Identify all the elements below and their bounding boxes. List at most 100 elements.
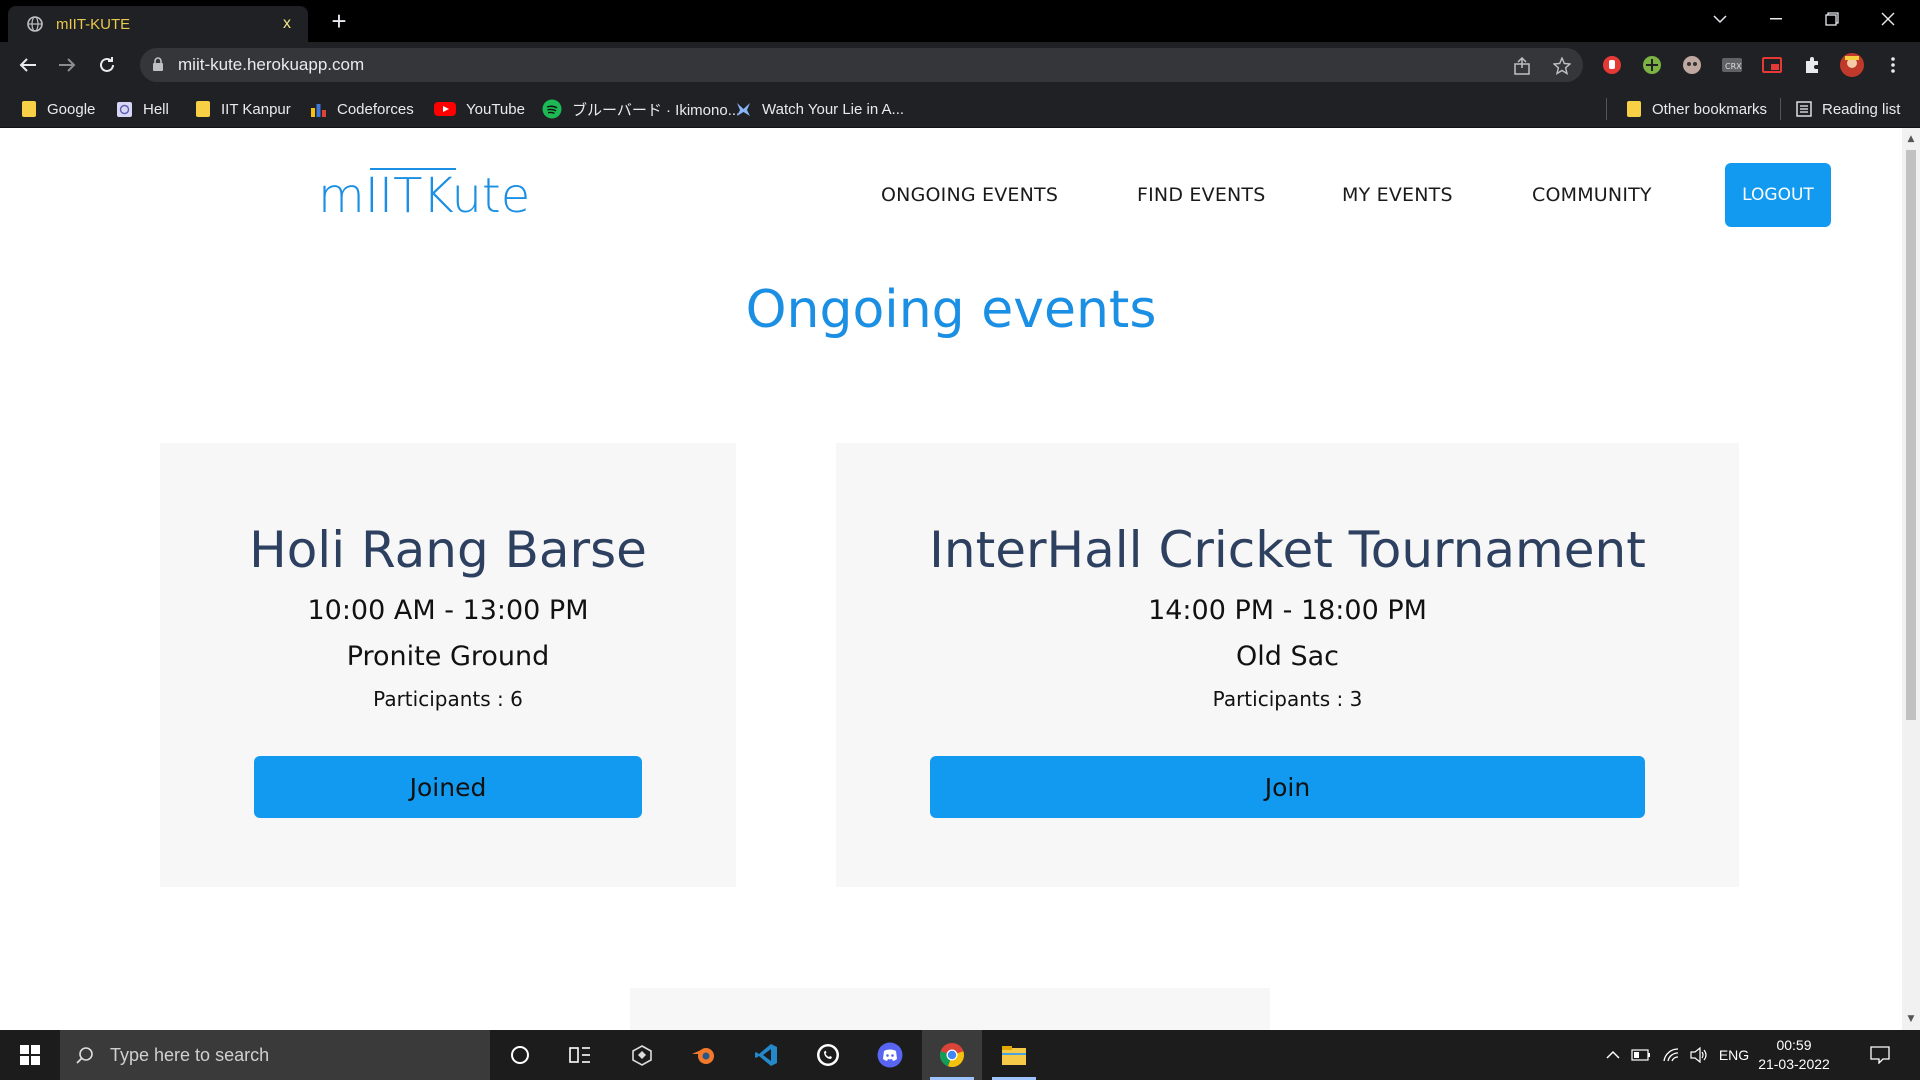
event-name: Holi Rang Barse	[249, 521, 647, 579]
page-title: Ongoing events	[745, 280, 1157, 340]
bookmark-hell[interactable]: Hell	[116, 98, 169, 120]
scroll-down-arrow-icon[interactable]: ▼	[1906, 1014, 1916, 1024]
event-card-partial	[630, 988, 1270, 1030]
battery-icon[interactable]	[1628, 1030, 1654, 1080]
joined-button[interactable]: Joined	[254, 756, 642, 818]
bookmark-label: IIT Kanpur	[221, 100, 291, 118]
task-view-icon[interactable]	[550, 1030, 610, 1080]
event-participants: Participants : 3	[1212, 687, 1363, 711]
back-arrow-icon[interactable]	[14, 51, 42, 79]
windows-start-icon[interactable]	[0, 1030, 60, 1080]
close-window-button[interactable]	[1860, 0, 1916, 38]
blender-icon[interactable]	[674, 1030, 734, 1080]
search-placeholder: Type here to search	[110, 1044, 270, 1065]
whatsapp-icon[interactable]	[798, 1030, 858, 1080]
share-icon[interactable]	[1512, 56, 1532, 76]
event-time: 14:00 PM - 18:00 PM	[1148, 595, 1427, 626]
svg-text:CRX: CRX	[1725, 62, 1742, 71]
youtube-icon	[434, 101, 456, 118]
event-card: Holi Rang Barse 10:00 AM - 13:00 PM Pron…	[160, 443, 736, 887]
tab-search-chevron-icon[interactable]	[1692, 0, 1748, 38]
bookmark-google[interactable]: Google	[20, 98, 95, 120]
nav-find-events[interactable]: FIND EVENTS	[1137, 184, 1266, 206]
wifi-icon[interactable]	[1658, 1030, 1684, 1080]
folder-icon	[20, 101, 37, 118]
extension-green-plus-icon[interactable]	[1641, 54, 1663, 76]
other-bookmarks[interactable]: Other bookmarks	[1606, 98, 1767, 120]
extensions-puzzle-icon[interactable]	[1801, 54, 1823, 76]
extension-crx-icon[interactable]: CRX	[1721, 54, 1743, 76]
nav-my-events[interactable]: MY EVENTS	[1342, 184, 1453, 206]
join-button[interactable]: Join	[930, 756, 1645, 818]
chrome-icon[interactable]	[922, 1030, 982, 1080]
browser-toolbar: miit-kute.herokuapp.com CRX	[0, 42, 1920, 88]
event-name: InterHall Cricket Tournament	[929, 521, 1646, 579]
bookmark-iit-kanpur[interactable]: IIT Kanpur	[194, 98, 291, 120]
bookmarks-bar: Google Hell IIT Kanpur Codeforces YouTub…	[0, 88, 1920, 128]
bookmark-codeforces[interactable]: Codeforces	[310, 98, 414, 120]
tab-close-icon[interactable]: x	[278, 15, 296, 33]
discord-icon[interactable]	[860, 1030, 920, 1080]
reading-list-icon	[1795, 101, 1812, 118]
extension-red-hand-icon[interactable]	[1601, 54, 1623, 76]
bookmark-label: Watch Your Lie in A...	[762, 100, 905, 118]
codeforces-icon	[310, 101, 327, 118]
event-time: 10:00 AM - 13:00 PM	[307, 595, 589, 626]
folder-icon	[1625, 101, 1642, 118]
event-participants: Participants : 6	[373, 687, 523, 711]
nav-ongoing-events[interactable]: ONGOING EVENTS	[881, 184, 1058, 206]
vscode-icon[interactable]	[736, 1030, 796, 1080]
bookmark-label: Codeforces	[337, 100, 414, 118]
bookmark-spotify[interactable]: ブルーバード · Ikimono...	[542, 98, 740, 120]
url-text[interactable]: miit-kute.herokuapp.com	[178, 55, 364, 75]
other-bookmarks-label: Other bookmarks	[1652, 100, 1768, 118]
site-favicon-icon	[116, 101, 133, 118]
nav-community[interactable]: COMMUNITY	[1532, 184, 1652, 206]
new-tab-button[interactable]: +	[326, 8, 352, 34]
extension-face-icon[interactable]	[1681, 54, 1703, 76]
taskbar-clock[interactable]: 00:59 21-03-2022	[1754, 1036, 1834, 1074]
lock-icon[interactable]	[152, 57, 164, 76]
page-viewport: mIITKute ONGOING EVENTS FIND EVENTS MY E…	[0, 128, 1902, 1030]
reload-icon[interactable]	[93, 51, 121, 79]
file-explorer-icon[interactable]	[984, 1030, 1044, 1080]
anime-site-icon	[735, 101, 752, 118]
minimize-button[interactable]	[1748, 0, 1804, 38]
taskbar-search-box[interactable]: Type here to search	[60, 1030, 490, 1080]
scrollbar-thumb[interactable]	[1906, 150, 1916, 720]
address-bar[interactable]: miit-kute.herokuapp.com	[140, 48, 1583, 82]
clock-time: 00:59	[1776, 1037, 1812, 1053]
bookmark-label: ブルーバード · Ikimono...	[572, 101, 741, 119]
reading-list[interactable]: Reading list	[1780, 98, 1900, 120]
browser-tab-active[interactable]: mIIT-KUTE x	[8, 6, 308, 42]
extension-pip-icon[interactable]	[1761, 54, 1783, 76]
notifications-icon[interactable]	[1862, 1030, 1898, 1080]
bookmark-star-icon[interactable]	[1552, 56, 1572, 76]
page-scrollbar[interactable]: ▲ ▼	[1902, 128, 1920, 1030]
reading-list-label: Reading list	[1822, 100, 1901, 118]
show-hidden-icons-chevron-icon[interactable]	[1600, 1030, 1626, 1080]
browser-tab-strip: mIIT-KUTE x +	[0, 0, 1920, 42]
site-logo[interactable]: mIITKute	[318, 168, 530, 224]
bookmark-label: YouTube	[466, 100, 525, 118]
profile-avatar-icon[interactable]	[1839, 52, 1865, 78]
search-icon	[76, 1046, 94, 1064]
browser-menu-kebab-icon[interactable]	[1882, 54, 1904, 76]
input-language[interactable]: ENG	[1716, 1030, 1752, 1080]
bookmark-label: Hell	[143, 100, 169, 118]
globe-icon	[26, 15, 44, 33]
event-card: InterHall Cricket Tournament 14:00 PM - …	[836, 443, 1739, 887]
unity-hub-icon[interactable]	[612, 1030, 672, 1080]
forward-arrow-icon[interactable]	[53, 51, 81, 79]
event-venue: Pronite Ground	[346, 641, 550, 672]
bookmark-watch-your-lie[interactable]: Watch Your Lie in A...	[735, 98, 904, 120]
restore-button[interactable]	[1804, 0, 1860, 38]
event-venue: Old Sac	[1235, 641, 1339, 672]
bookmark-youtube[interactable]: YouTube	[434, 98, 525, 120]
scroll-up-arrow-icon[interactable]: ▲	[1906, 134, 1916, 144]
logout-button[interactable]: LOGOUT	[1725, 163, 1831, 227]
clock-date: 21-03-2022	[1758, 1056, 1830, 1072]
volume-icon[interactable]	[1686, 1030, 1712, 1080]
folder-icon	[194, 101, 211, 118]
cortana-icon[interactable]	[490, 1030, 550, 1080]
